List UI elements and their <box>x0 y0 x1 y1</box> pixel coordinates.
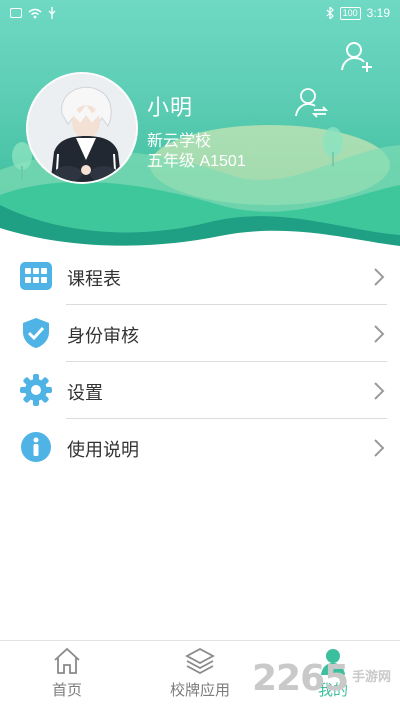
watermark-number: 2265 <box>252 658 349 699</box>
menu-item-label: 课程表 <box>67 269 121 289</box>
tab-label: 首页 <box>51 682 82 699</box>
battery-indicator: 100 <box>339 6 361 20</box>
switch-account-button[interactable] <box>294 86 329 120</box>
home-icon <box>54 647 80 674</box>
menu-item-label: 设置 <box>67 383 103 403</box>
user-name: 小明 <box>147 95 194 120</box>
profile-header: 100 3:19 小明 新云学校 五年级 A1501 <box>0 0 400 250</box>
layers-icon <box>185 647 215 675</box>
status-time: 3:19 <box>366 6 390 20</box>
avatar[interactable] <box>26 72 138 184</box>
tab-badge-apps[interactable]: 校牌应用 <box>145 641 255 711</box>
tab-home[interactable]: 首页 <box>12 641 122 711</box>
switch-user-icon <box>295 88 329 118</box>
grid-icon <box>20 262 52 290</box>
menu-item-schedule[interactable]: 课程表 <box>0 248 400 305</box>
shield-check-icon <box>23 318 49 348</box>
add-user-icon <box>341 42 372 72</box>
notification-icon <box>10 8 22 18</box>
menu-item-user-guide[interactable]: 使用说明 <box>0 419 400 476</box>
chevron-right-icon <box>374 268 385 286</box>
bluetooth-icon <box>326 7 334 19</box>
chevron-right-icon <box>374 439 385 457</box>
menu-item-label: 使用说明 <box>67 440 139 460</box>
class-info: 五年级 A1501 <box>147 153 246 170</box>
info-icon <box>21 432 51 462</box>
avatar-illustration <box>28 74 136 182</box>
add-friend-button[interactable] <box>340 40 374 74</box>
menu-item-identity-verification[interactable]: 身份审核 <box>0 305 400 362</box>
watermark: 2265 手游网 <box>252 656 400 708</box>
chevron-right-icon <box>374 325 385 343</box>
chevron-right-icon <box>374 382 385 400</box>
usb-icon <box>48 7 56 19</box>
watermark-text: 手游网 <box>352 669 392 684</box>
wifi-icon <box>28 8 42 18</box>
menu-item-label: 身份审核 <box>67 326 139 346</box>
status-bar: 100 3:19 <box>0 0 400 26</box>
menu-item-settings[interactable]: 设置 <box>0 362 400 419</box>
tab-label: 校牌应用 <box>169 682 230 699</box>
settings-menu: 课程表 身份审核 设置 使用说明 <box>0 248 400 476</box>
gear-icon <box>20 374 52 406</box>
